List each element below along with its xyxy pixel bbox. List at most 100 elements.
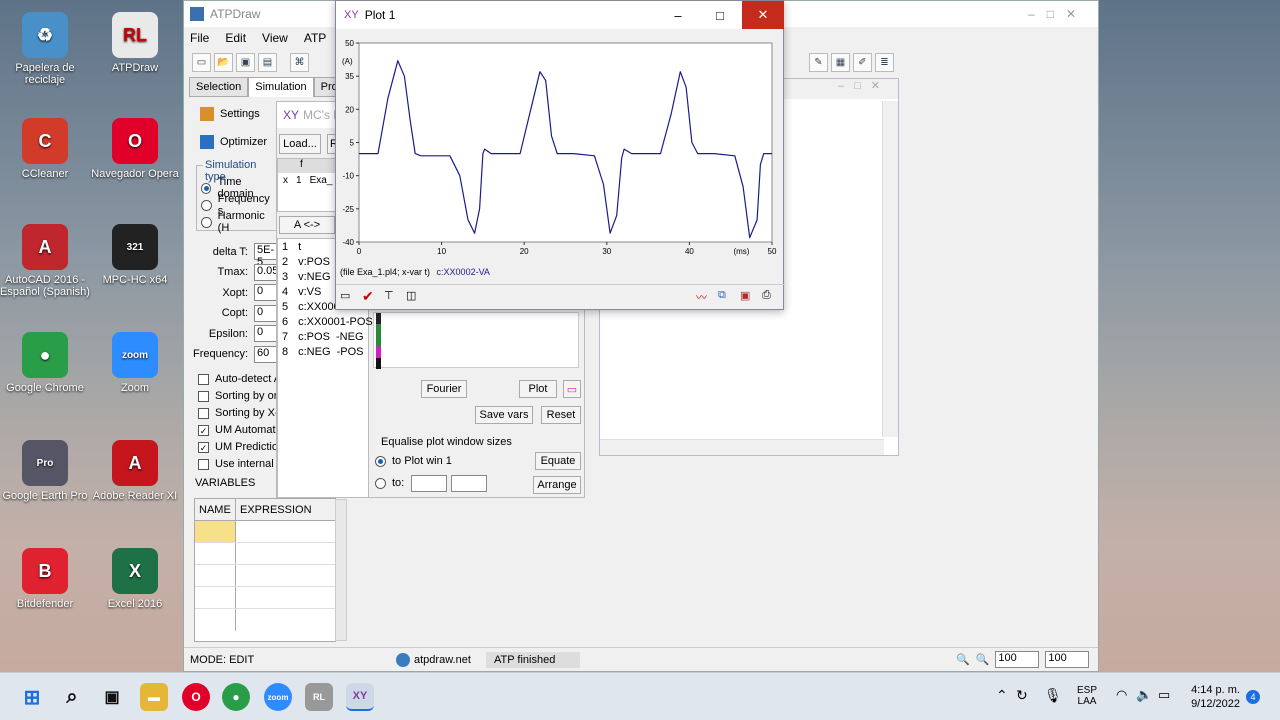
save-all-icon[interactable]: ▤ — [258, 53, 277, 72]
option-checkbox[interactable]: Sorting by orc — [198, 390, 283, 402]
color-picker-icon[interactable]: ▭ — [563, 380, 581, 398]
zoom-select-2[interactable]: 100 — [1045, 651, 1090, 668]
wifi-icon[interactable]: ◠ — [1116, 687, 1127, 703]
desktop-icon[interactable]: A Adobe Reader XI — [90, 440, 180, 502]
clock[interactable]: 4:14 p. m. 9/12/2022 — [1184, 684, 1240, 710]
zoom-out-icon[interactable]: 🔍 — [956, 653, 970, 666]
option-checkbox[interactable]: ✓ UM Prediction — [198, 441, 284, 453]
desktop-icon[interactable]: ● Google Chrome — [0, 332, 90, 394]
sim-field-input[interactable]: 60 — [254, 345, 278, 363]
option-checkbox[interactable]: Use internal p — [198, 458, 283, 470]
split-icon[interactable]: ◫ — [406, 289, 416, 302]
task-view-icon[interactable]: ▣ — [98, 683, 126, 711]
sim-field-input[interactable]: 0 — [254, 304, 278, 322]
opera-icon[interactable]: O — [182, 683, 210, 711]
minimize-button[interactable]: – — [658, 1, 698, 29]
microphone-icon[interactable]: 🎙 — [1044, 687, 1062, 704]
menu-atp[interactable]: ATP — [304, 31, 326, 45]
checkbox-box[interactable]: ✓ — [198, 424, 209, 436]
desktop-icon[interactable]: C CCleaner — [0, 118, 90, 180]
atpdraw-taskbar-icon[interactable]: RL — [305, 683, 333, 711]
menu-file[interactable]: File — [190, 31, 209, 45]
menu-view[interactable]: View — [262, 31, 288, 45]
tab-simulation[interactable]: Simulation — [248, 77, 314, 97]
sim-field-input[interactable]: 0 — [254, 284, 278, 301]
desktop-icon[interactable]: B Bitdefender — [0, 548, 90, 610]
checkbox-box[interactable] — [198, 407, 209, 419]
open-folder-icon[interactable]: 📂 — [214, 53, 233, 72]
start-icon[interactable]: ⊞ — [18, 683, 46, 711]
load-button[interactable]: Load... — [279, 134, 321, 154]
zoom-in-icon[interactable]: 🔍 — [976, 653, 990, 666]
to-field-2[interactable] — [451, 475, 487, 492]
option-checkbox[interactable]: Sorting by X-p — [198, 407, 285, 419]
checkbox-box[interactable] — [198, 390, 209, 402]
file-explorer-icon[interactable]: ▬ — [140, 683, 168, 711]
battery-icon[interactable]: ▭ — [1158, 687, 1170, 703]
list-item[interactable]: 6 c:XX0001-POS — [278, 314, 373, 329]
window-icon[interactable]: ▭ — [340, 289, 350, 302]
circuit-icon[interactable]: ⌘ — [290, 53, 309, 72]
new-file-icon[interactable]: ▭ — [192, 53, 211, 72]
tab-selection[interactable]: Selection — [189, 77, 249, 97]
arrange-button[interactable]: Arrange — [533, 476, 581, 494]
search-icon[interactable]: ⌕ — [58, 683, 86, 711]
swap-button[interactable]: A <-> — [279, 216, 335, 234]
document-icon[interactable]: ≣ — [875, 53, 894, 72]
file-row[interactable]: x 1 Exa_ — [278, 173, 336, 188]
plot-button[interactable]: Plot — [519, 380, 557, 398]
option-checkbox[interactable]: Auto-detect A — [198, 373, 281, 385]
circuit-vscrollbar[interactable] — [882, 101, 898, 437]
desktop-icon[interactable]: RL ATPDraw — [90, 12, 180, 74]
checkbox-box[interactable] — [198, 458, 209, 470]
save-icon[interactable]: ▣ — [236, 53, 255, 72]
close-button[interactable]: ✕ — [742, 1, 784, 29]
zoom-select-1[interactable]: 100 — [995, 651, 1040, 668]
chevron-up-icon[interactable]: ⌃ — [996, 687, 1008, 704]
notification-badge[interactable]: 4 — [1246, 690, 1260, 704]
check-icon[interactable]: ✔ — [362, 288, 374, 305]
desktop-icon[interactable]: ♻ Papelera de reciclaje — [0, 12, 90, 86]
desktop-icon[interactable]: O Navegador Opera — [90, 118, 180, 180]
image-icon[interactable]: ▦ — [831, 53, 850, 72]
table-row[interactable] — [195, 609, 335, 631]
table-row[interactable] — [195, 587, 335, 609]
desktop-icon[interactable]: 321 MPC-HC x64 — [90, 224, 180, 286]
equate-button[interactable]: Equate — [535, 452, 581, 470]
radio-to-plot[interactable]: to Plot win 1 — [375, 455, 452, 467]
list-item[interactable]: 8 c:NEG -POS — [278, 344, 368, 359]
list-item[interactable]: 7 c:POS -NEG — [278, 329, 368, 344]
print-icon[interactable]: ⎙ — [762, 289, 771, 302]
line-style-icon[interactable]: 〰 — [696, 289, 707, 305]
checkbox-box[interactable]: ✓ — [198, 441, 209, 453]
status-site[interactable]: atpdraw.net — [414, 654, 486, 666]
desktop-icon[interactable]: Pro Google Earth Pro — [0, 440, 90, 502]
atpdraw-window-controls[interactable]: –□✕ — [1028, 7, 1088, 21]
circuit-hscrollbar[interactable] — [600, 439, 884, 455]
wizard-icon[interactable]: ✎ — [809, 53, 828, 72]
sim-field-input[interactable]: 5E-5 — [254, 243, 278, 268]
settings-button[interactable]: Settings — [200, 107, 260, 121]
to-field-1[interactable] — [411, 475, 447, 492]
desktop-icon[interactable]: A AutoCAD 2016 - Español (Spanish) — [0, 224, 90, 298]
reset-button[interactable]: Reset — [541, 406, 581, 424]
optimizer-button[interactable]: Optimizer — [200, 135, 267, 149]
sync-icon[interactable]: ↻ — [1016, 687, 1028, 704]
table-row[interactable] — [195, 521, 335, 543]
radio-to[interactable]: to: — [375, 477, 404, 489]
chrome-icon[interactable]: ● — [222, 683, 250, 711]
radio-harmonic[interactable]: Harmonic (H — [201, 210, 277, 234]
plotxy-taskbar-icon[interactable]: XY — [346, 683, 374, 711]
copy-icon[interactable]: ⧉ — [718, 289, 726, 302]
export-icon[interactable]: ▣ — [740, 289, 750, 302]
sim-field-input[interactable]: 0.05 — [254, 263, 278, 281]
table-row[interactable] — [195, 565, 335, 587]
checkbox-box[interactable] — [198, 373, 209, 385]
sim-field-input[interactable]: 0 — [254, 325, 278, 342]
maximize-button[interactable]: □ — [700, 1, 740, 29]
menu-edit[interactable]: Edit — [225, 31, 246, 45]
save-vars-button[interactable]: Save vars — [475, 406, 533, 424]
table-row[interactable] — [195, 543, 335, 565]
desktop-icon[interactable]: zoom Zoom — [90, 332, 180, 394]
option-checkbox[interactable]: ✓ UM Automatic — [198, 424, 283, 436]
